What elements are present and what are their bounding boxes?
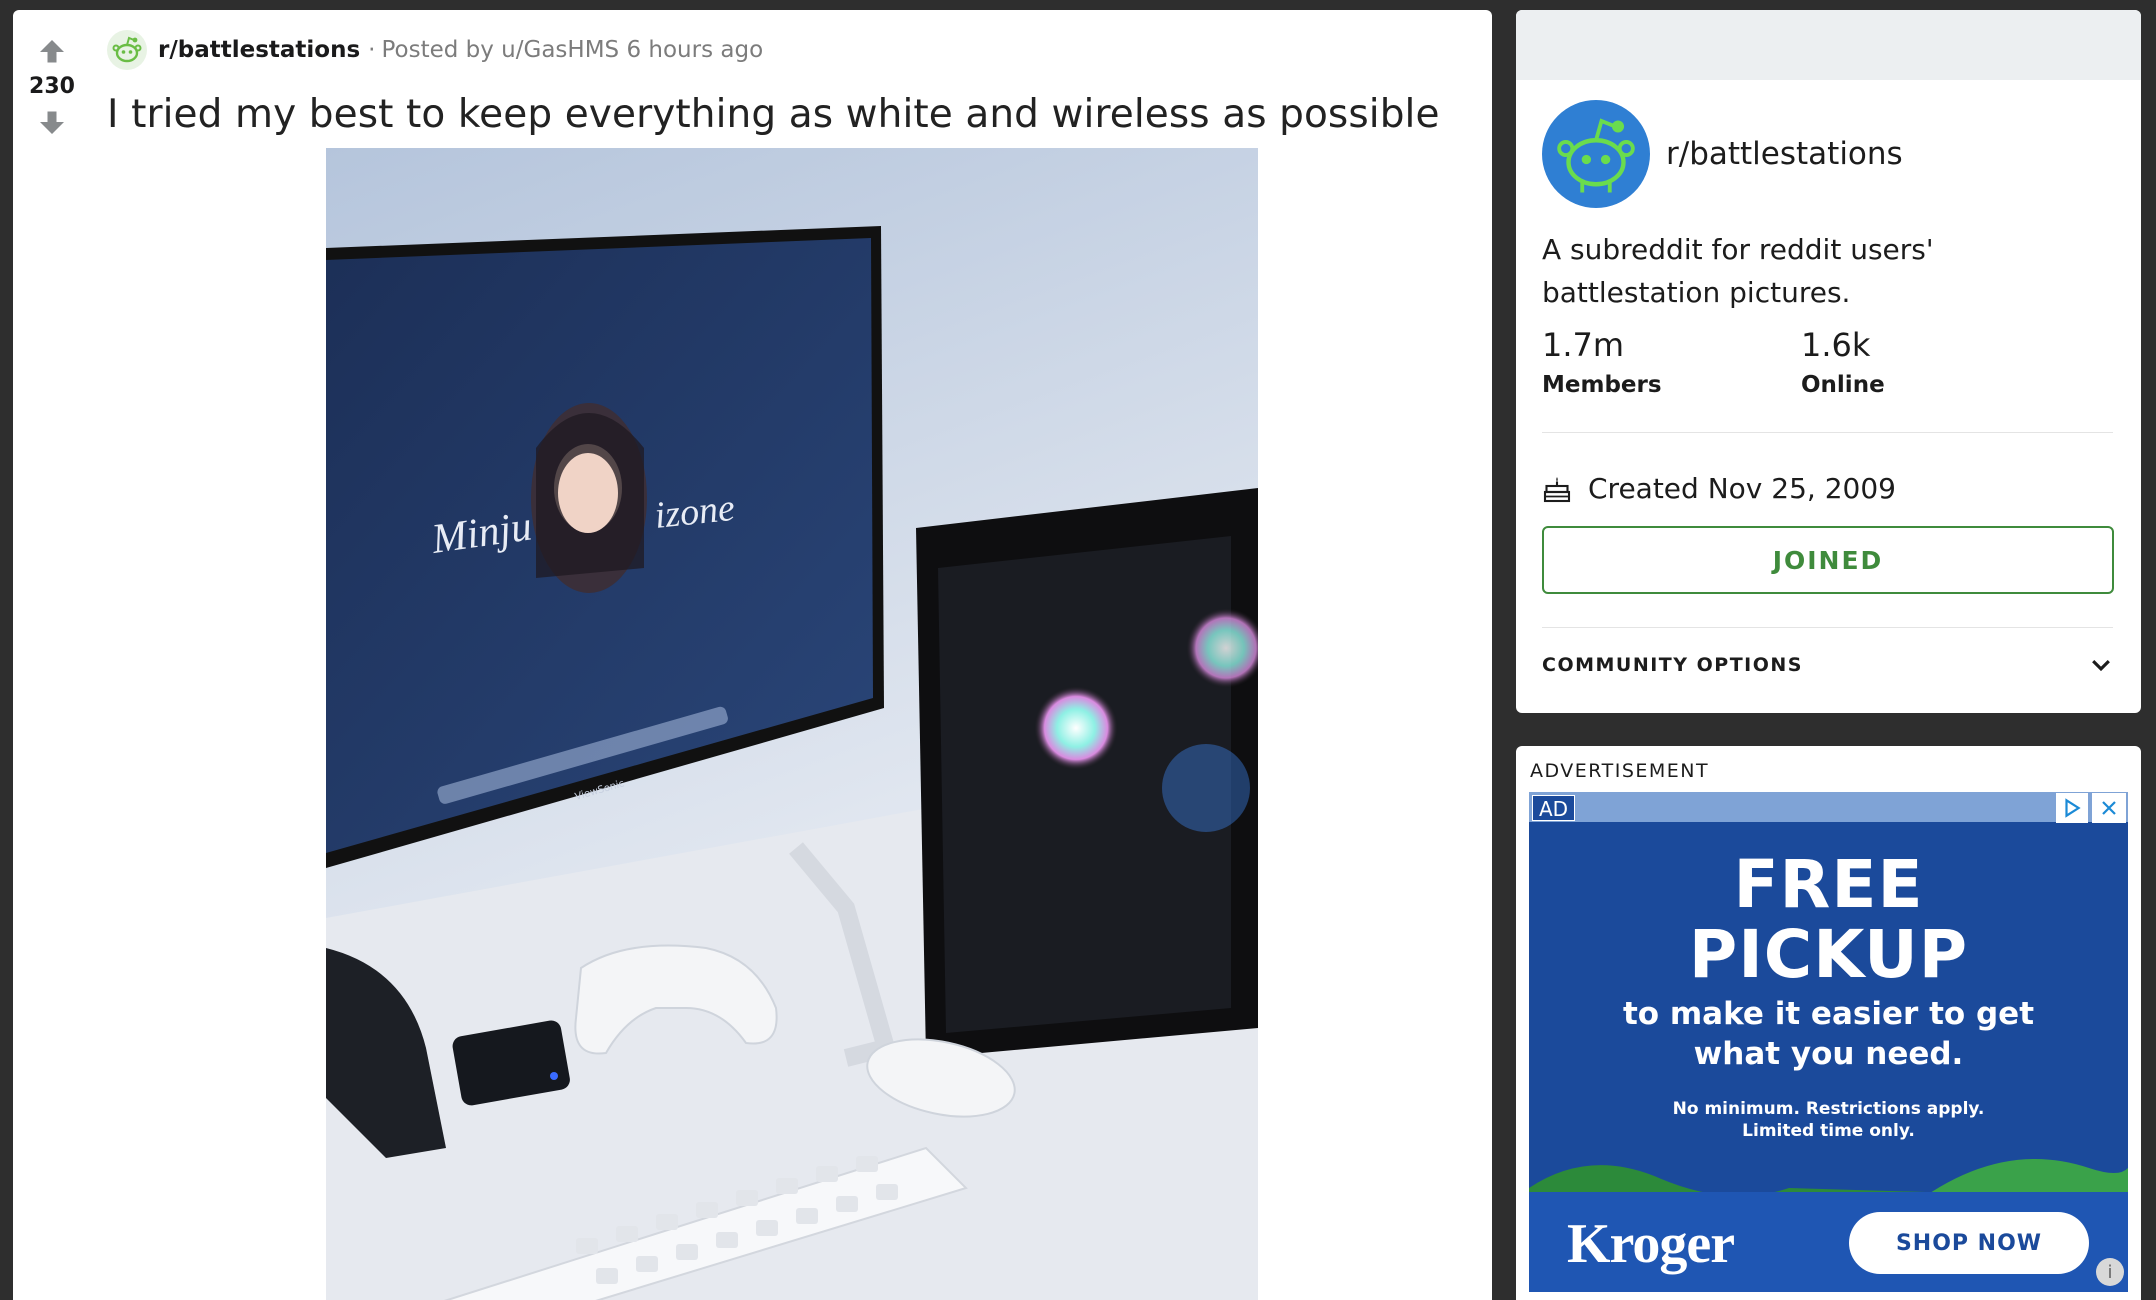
vote-count: 230 (29, 74, 75, 99)
ad-headline-line2: PICKUP (1688, 916, 1969, 993)
post-meta: · Posted by u/GasHMS 6 hours ago (368, 37, 763, 63)
shop-now-button[interactable]: SHOP NOW (1849, 1212, 2089, 1274)
ad-sub-line1: to make it easier to get (1622, 996, 2035, 1032)
ad-headline: FREE PICKUP (1529, 850, 2128, 990)
close-icon (2102, 801, 2116, 815)
advertisement-label: ADVERTISEMENT (1530, 760, 1710, 782)
community-header: r/battlestations (1542, 100, 1903, 208)
subreddit-avatar[interactable] (107, 30, 147, 70)
info-icon[interactable]: i (2096, 1258, 2124, 1286)
online-count: 1.6k (1801, 326, 1871, 364)
upvote-button[interactable] (30, 30, 74, 74)
cake-icon (1542, 474, 1572, 504)
adchoices-icon (2065, 798, 2081, 818)
ad-headline-line1: FREE (1733, 846, 1924, 923)
author-link[interactable]: Posted by u/GasHMS (381, 37, 619, 63)
divider (1542, 432, 2113, 433)
ad-top-strip (1529, 792, 2128, 822)
members-stat: 1.7m Members (1542, 326, 1801, 398)
joined-button[interactable]: JOINED (1542, 526, 2114, 594)
ad-fine-print: No minimum. Restrictions apply. Limited … (1529, 1098, 2128, 1142)
wallpaper-right-text: izone (653, 487, 737, 537)
post-card: 230 r/battlestations · Posted by u/GasHMS… (13, 10, 1492, 1300)
divider (1542, 627, 2113, 628)
vote-column: 230 (13, 10, 91, 1300)
ad-badge: AD (1532, 795, 1576, 821)
ad-close-button[interactable] (2092, 793, 2126, 823)
meta-separator: · (368, 37, 376, 63)
chevron-down-icon (2092, 659, 2110, 672)
desk-setup-illustration: Minju izone ViewSonic (326, 226, 1258, 1300)
community-options-label: COMMUNITY OPTIONS (1542, 654, 1803, 676)
post-image[interactable]: Minju izone ViewSonic (326, 148, 1258, 1300)
community-card: r/battlestations A subreddit for reddit … (1516, 10, 2141, 713)
post-time[interactable]: 6 hours ago (626, 37, 763, 63)
downvote-button[interactable] (30, 100, 74, 144)
community-description: A subreddit for reddit users' battlestat… (1542, 233, 1934, 309)
ad-fine-line1: No minimum. Restrictions apply. (1672, 1099, 1985, 1119)
subreddit-link[interactable]: r/battlestations (158, 37, 360, 63)
adchoices-button[interactable] (2056, 793, 2088, 823)
upvote-icon (40, 40, 64, 63)
downvote-icon (40, 111, 64, 134)
community-avatar[interactable] (1542, 100, 1650, 208)
members-count: 1.7m (1542, 326, 1625, 364)
community-name[interactable]: r/battlestations (1666, 136, 1903, 172)
members-label: Members (1542, 372, 1662, 398)
created-date: Created Nov 25, 2009 (1588, 472, 1896, 505)
ad-subheadline: to make it easier to get what you need. (1529, 994, 2128, 1074)
snoo-icon (1557, 118, 1635, 193)
ad-brand-logo: Kroger (1567, 1213, 1735, 1275)
snoo-icon (112, 36, 142, 63)
created-date-row: Created Nov 25, 2009 (1542, 472, 1896, 505)
ad-sub-line2: what you need. (1693, 1036, 1964, 1072)
community-stats: 1.7m Members 1.6k Online (1542, 326, 2060, 398)
community-banner (1516, 10, 2141, 80)
post-title[interactable]: I tried my best to keep everything as wh… (107, 92, 1440, 137)
post-header: r/battlestations · Posted by u/GasHMS 6 h… (107, 28, 763, 72)
community-options-toggle[interactable]: COMMUNITY OPTIONS (1542, 652, 2114, 678)
online-stat: 1.6k Online (1801, 326, 2060, 398)
advertisement-card: ADVERTISEMENT AD FREE PICKUP to make it … (1516, 746, 2141, 1300)
online-label: Online (1801, 372, 1885, 398)
ad-banner[interactable]: AD FREE PICKUP to make it easier to get … (1529, 792, 2128, 1292)
